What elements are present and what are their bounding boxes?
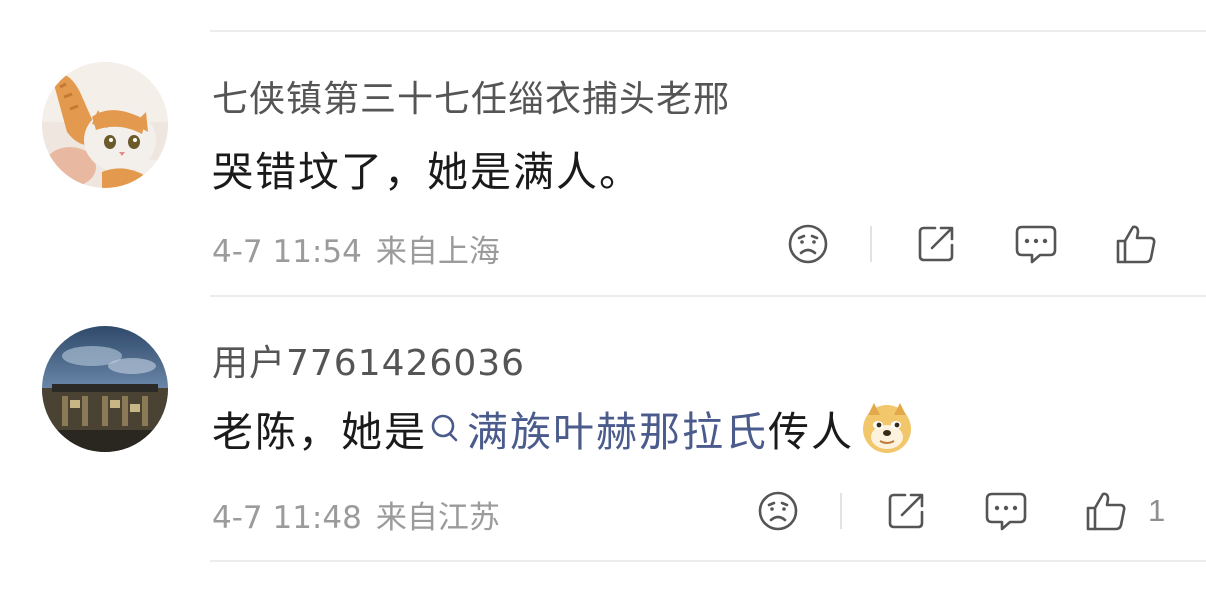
comment-location: 来自上海	[375, 234, 500, 270]
comment-time: 4-7 11:48	[212, 500, 362, 536]
comment-text: 老陈，她是 满族叶赫那拉氏 传人	[212, 398, 914, 458]
separator	[840, 493, 842, 529]
share-icon	[888, 493, 924, 529]
comment-actions	[786, 222, 1158, 266]
like-count: 1	[1148, 493, 1166, 528]
thumbs-up-icon	[1086, 492, 1126, 531]
like-button[interactable]	[1084, 489, 1128, 533]
share-button[interactable]	[914, 222, 958, 266]
comment-meta: 4-7 11:48 来自江苏	[212, 492, 500, 537]
username[interactable]: 七侠镇第三十七任缁衣捕头老邢	[212, 70, 730, 122]
comment-icon	[1015, 225, 1057, 264]
comment-text-after: 传人	[768, 408, 854, 456]
sad-face-icon	[758, 491, 798, 531]
search-icon	[431, 414, 458, 442]
comment-text-before: 老陈，她是	[212, 408, 427, 456]
comment-location: 来自江苏	[375, 500, 500, 536]
comment-meta: 4-7 11:54 来自上海	[212, 226, 500, 271]
topic-link[interactable]: 满族叶赫那拉氏	[427, 398, 768, 458]
dislike-button[interactable]	[756, 489, 800, 533]
doge-emoji-icon	[863, 403, 911, 453]
share-button[interactable]	[884, 489, 928, 533]
comment-text: 哭错坟了，她是满人。	[212, 148, 642, 196]
share-icon	[918, 226, 954, 262]
like-button[interactable]	[1114, 222, 1158, 266]
comment-actions: 1	[756, 489, 1165, 533]
divider	[210, 295, 1206, 297]
divider	[210, 30, 1206, 32]
thumbs-up-icon	[1116, 225, 1156, 264]
dislike-button[interactable]	[786, 222, 830, 266]
reply-button[interactable]	[984, 489, 1028, 533]
username[interactable]: 用户7761426036	[212, 334, 525, 386]
avatar[interactable]	[42, 326, 168, 452]
topic-link-text[interactable]: 满族叶赫那拉氏	[467, 398, 768, 458]
avatar[interactable]	[42, 62, 168, 188]
comment-icon	[985, 492, 1027, 531]
reply-button[interactable]	[1014, 222, 1058, 266]
comment-time: 4-7 11:54	[212, 234, 362, 270]
separator	[870, 226, 872, 262]
divider	[210, 560, 1206, 562]
sad-face-icon	[788, 224, 828, 264]
